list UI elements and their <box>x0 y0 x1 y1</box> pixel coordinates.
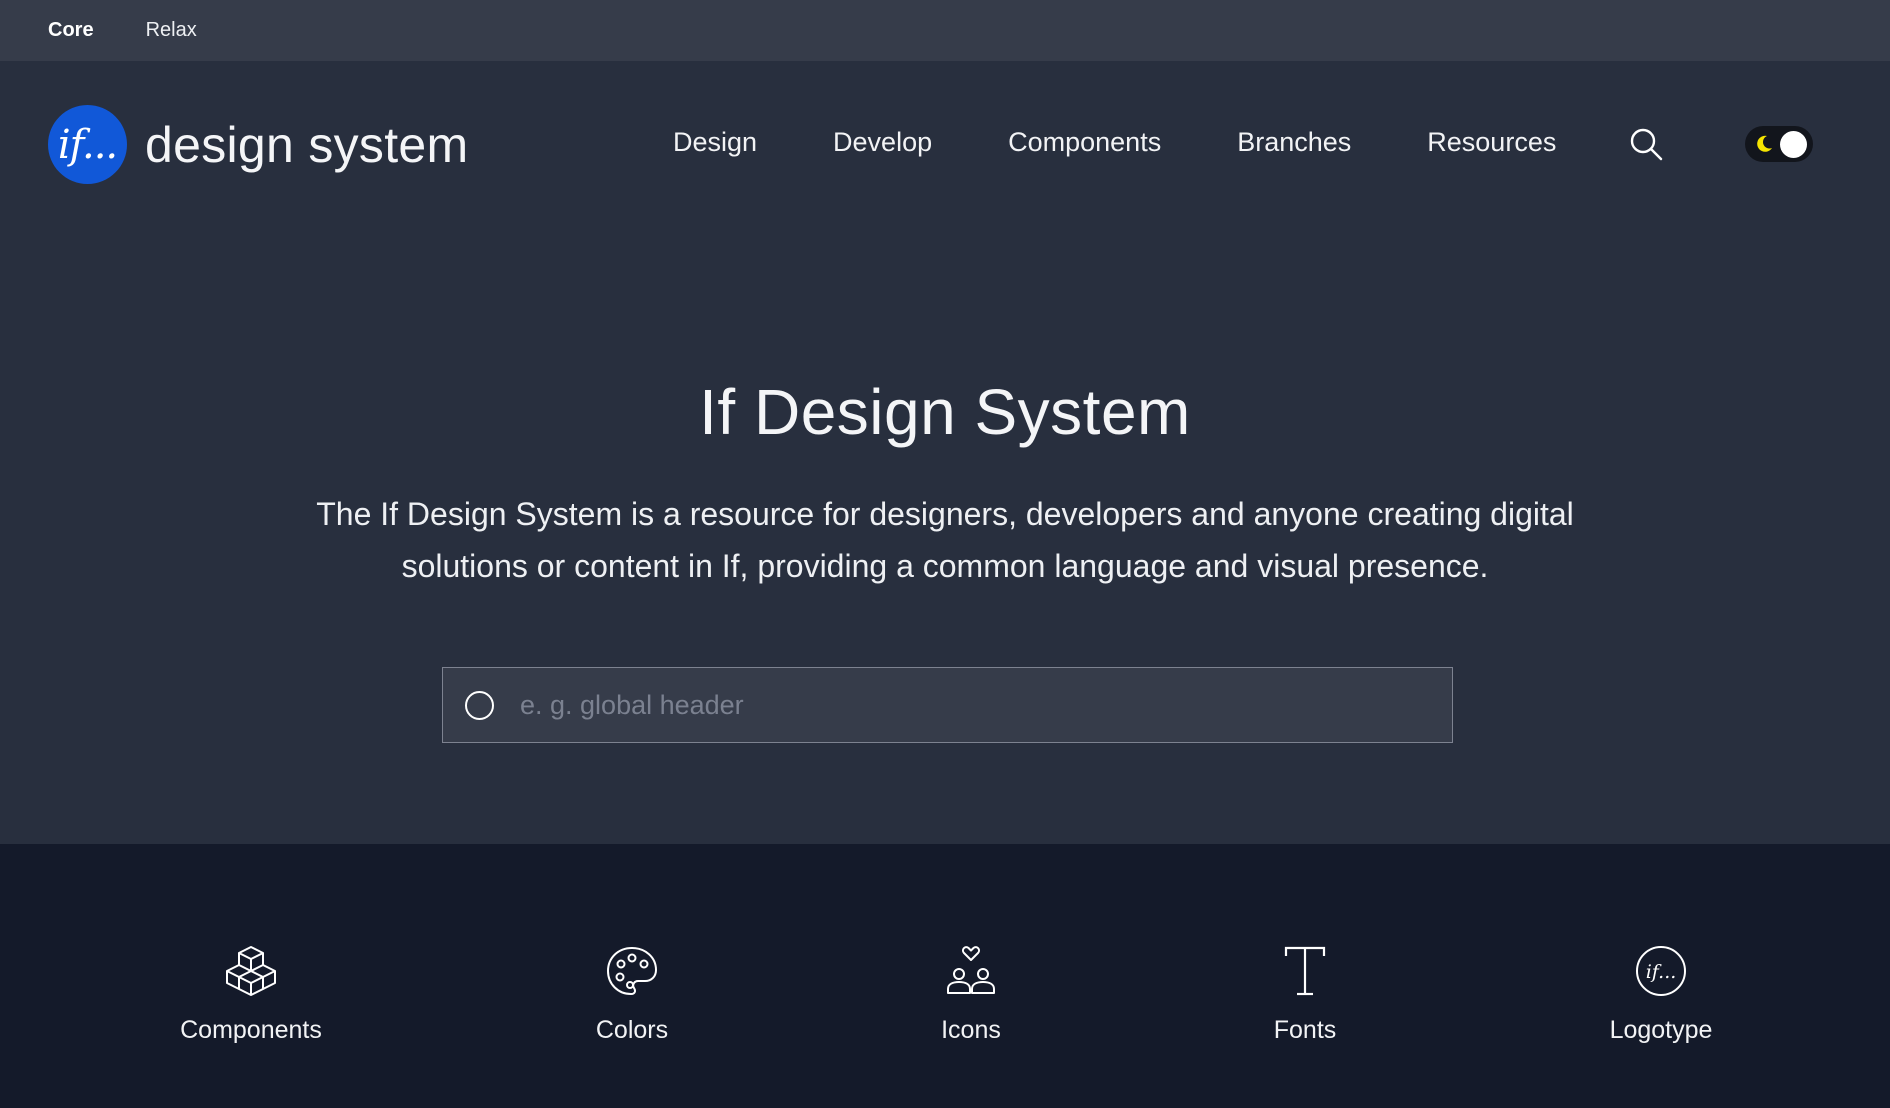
quick-link-label: Icons <box>941 1016 1001 1044</box>
quick-link-components[interactable]: Components <box>151 944 351 1045</box>
site-header: if... design system Design Develop Compo… <box>0 61 1890 225</box>
type-icon <box>1284 946 1326 996</box>
quick-link-fonts[interactable]: Fonts <box>1205 944 1405 1045</box>
search-input[interactable] <box>520 675 1420 735</box>
search-field[interactable] <box>442 667 1453 743</box>
theme-toggle[interactable] <box>1745 126 1813 162</box>
if-logo-icon: if... <box>1636 946 1686 996</box>
page-title: If Design System <box>699 376 1191 448</box>
search-icon[interactable] <box>1629 127 1663 161</box>
nav-item-resources[interactable]: Resources <box>1427 127 1556 158</box>
nav-item-branches[interactable]: Branches <box>1237 127 1351 158</box>
logo-text: design system <box>145 116 469 173</box>
if-logo-badge: if... <box>48 105 127 184</box>
moon-icon <box>1757 135 1772 152</box>
site-logo[interactable]: if... design system <box>48 105 468 184</box>
search-circle-icon <box>465 690 494 720</box>
svg-text:if...: if... <box>1646 961 1677 983</box>
palette-icon <box>606 946 658 996</box>
quick-link-label: Fonts <box>1273 1016 1337 1044</box>
quick-links-band: Components Colors Icons Fonts if... Logo… <box>0 844 1890 1108</box>
quick-link-label: Logotype <box>1609 1016 1713 1044</box>
quick-link-icons[interactable]: Icons <box>871 944 1071 1045</box>
people-heart-icon <box>947 946 995 994</box>
nav-item-design[interactable]: Design <box>673 127 757 158</box>
hero-description: The If Design System is a resource for d… <box>316 496 1574 584</box>
nav-item-develop[interactable]: Develop <box>833 127 932 158</box>
quick-link-label: Components <box>180 1016 322 1044</box>
brand-switcher-bar: Core Relax <box>0 0 1890 61</box>
quick-link-colors[interactable]: Colors <box>532 944 732 1045</box>
cubes-icon <box>226 946 276 996</box>
brand-link-relax[interactable]: Relax <box>146 19 197 42</box>
quick-link-label: Colors <box>595 1016 669 1044</box>
main-nav: Design Develop Components Branches Resou… <box>673 127 1556 158</box>
toggle-knob <box>1780 131 1807 158</box>
nav-item-components[interactable]: Components <box>1008 127 1161 158</box>
brand-link-core[interactable]: Core <box>48 19 94 42</box>
quick-link-logotype[interactable]: if... Logotype <box>1561 944 1761 1045</box>
